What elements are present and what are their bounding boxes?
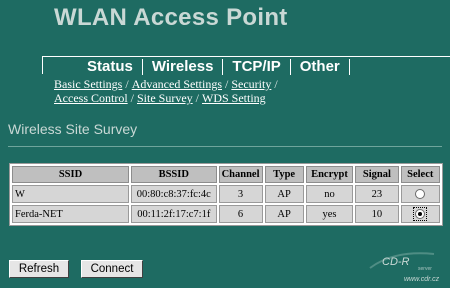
- tab-other[interactable]: Other: [291, 58, 349, 75]
- table-header-row: SSID BSSID Channel Type Encrypt Signal S…: [12, 166, 440, 183]
- table-row: W 00:80:c8:37:fc:4c 3 AP no 23: [12, 185, 440, 203]
- link-wds-setting[interactable]: WDS Setting: [202, 91, 266, 105]
- cell-encrypt: yes: [305, 205, 354, 223]
- column-header-encrypt: Encrypt: [305, 166, 354, 183]
- link-security[interactable]: Security: [231, 77, 271, 91]
- tabs-divider: [42, 56, 450, 57]
- link-basic-settings[interactable]: Basic Settings: [54, 77, 122, 91]
- cell-channel: 3: [218, 185, 263, 203]
- select-radio[interactable]: [415, 189, 426, 200]
- logo-text: CD-R: [382, 256, 410, 268]
- link-separator: /: [195, 91, 200, 105]
- table-row: Ferda-NET 00:11:2f:17:c7:1f 6 AP yes 10: [12, 205, 440, 223]
- cell-select: [400, 185, 440, 203]
- select-radio[interactable]: [415, 209, 426, 219]
- cell-encrypt: no: [305, 185, 354, 203]
- cell-ssid: W: [12, 185, 129, 203]
- column-header-select: Select: [400, 166, 440, 183]
- connect-button[interactable]: Connect: [81, 260, 143, 278]
- tab-wireless[interactable]: Wireless: [143, 58, 223, 75]
- link-access-control[interactable]: Access Control: [54, 91, 128, 105]
- logo-url: www.cdr.cz: [404, 276, 440, 283]
- link-site-survey[interactable]: Site Survey: [137, 91, 193, 105]
- column-header-signal: Signal: [355, 166, 399, 183]
- column-header-type: Type: [264, 166, 304, 183]
- site-survey-table: SSID BSSID Channel Type Encrypt Signal S…: [9, 163, 443, 226]
- section-title: Wireless Site Survey: [8, 121, 138, 137]
- page-title: WLAN Access Point: [54, 4, 288, 31]
- cell-bssid: 00:11:2f:17:c7:1f: [131, 205, 217, 223]
- cell-signal: 10: [355, 205, 399, 223]
- link-separator: /: [125, 77, 129, 91]
- cell-select: [400, 205, 440, 223]
- cell-bssid: 00:80:c8:37:fc:4c: [131, 185, 217, 203]
- divider: [8, 146, 442, 147]
- column-header-bssid: BSSID: [131, 166, 217, 183]
- link-separator: /: [225, 77, 229, 91]
- cell-signal: 23: [355, 185, 399, 203]
- cell-type: AP: [264, 205, 304, 223]
- tab-tcpip[interactable]: TCP/IP: [223, 58, 289, 75]
- tab-separator: [348, 58, 350, 75]
- logo-subtext: server: [418, 266, 432, 272]
- cell-channel: 6: [218, 205, 263, 223]
- column-header-channel: Channel: [218, 166, 263, 183]
- tab-status[interactable]: Status: [78, 58, 142, 75]
- cell-ssid: Ferda-NET: [12, 205, 129, 223]
- cell-type: AP: [264, 185, 304, 203]
- wireless-submenu: Basic Settings / Advanced Settings / Securit…: [54, 77, 281, 105]
- main-tabs: Status Wireless TCP/IP Other: [78, 58, 350, 75]
- radio-focus-ring: [413, 207, 428, 221]
- column-header-ssid: SSID: [12, 166, 129, 183]
- link-separator: /: [274, 77, 278, 91]
- cdr-logo: CD-R server www.cdr.cz: [369, 252, 440, 283]
- link-advanced-settings[interactable]: Advanced Settings: [132, 77, 222, 91]
- tabs-divider-tick: [42, 56, 43, 74]
- refresh-button[interactable]: Refresh: [9, 260, 69, 278]
- link-separator: /: [130, 91, 134, 105]
